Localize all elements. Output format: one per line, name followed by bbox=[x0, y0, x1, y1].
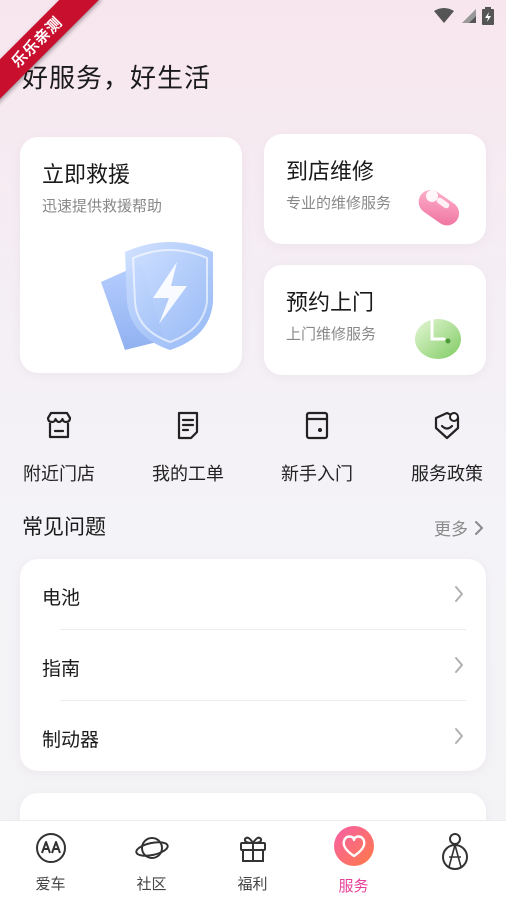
chevron-right-icon bbox=[475, 520, 483, 535]
quick-action-beginner-guide[interactable]: 新手入门 bbox=[262, 408, 372, 486]
planet-icon bbox=[134, 837, 169, 859]
store-repair-card[interactable]: 到店维修 专业的维修服务 bbox=[264, 134, 486, 244]
bottom-tab-bar: 爱车 社区 福利 服务 bbox=[0, 820, 506, 901]
tab-benefits[interactable]: 福利 bbox=[202, 821, 303, 901]
tab-community[interactable]: 社区 bbox=[101, 821, 202, 901]
quick-actions-row: 附近门店 我的工单 新手入门 服务政策 bbox=[0, 408, 506, 488]
quick-action-label: 附近门店 bbox=[23, 464, 95, 485]
guide-icon bbox=[305, 411, 329, 440]
tab-service[interactable]: 服务 bbox=[303, 821, 404, 901]
quick-action-nearby-stores[interactable]: 附近门店 bbox=[4, 408, 114, 486]
faq-item-battery[interactable]: 电池 bbox=[20, 559, 486, 629]
rescue-card-title: 立即救援 bbox=[42, 163, 131, 188]
quick-action-my-orders[interactable]: 我的工单 bbox=[133, 408, 243, 486]
policy-icon bbox=[434, 411, 460, 440]
clock-icon bbox=[415, 317, 461, 359]
faq-item-guide[interactable]: 指南 bbox=[20, 630, 486, 700]
quick-action-label: 服务政策 bbox=[411, 464, 483, 485]
quick-action-service-policy[interactable]: 服务政策 bbox=[392, 408, 502, 486]
faq-item-brakes[interactable]: 制动器 bbox=[20, 701, 486, 771]
faq-item-label: 制动器 bbox=[42, 729, 100, 751]
store-repair-title: 到店维修 bbox=[286, 160, 375, 185]
car-logo-icon bbox=[35, 833, 66, 863]
page-title: 好服务，好生活 bbox=[22, 64, 212, 94]
status-icons bbox=[434, 7, 494, 25]
document-icon bbox=[177, 411, 199, 440]
faq-list-card: 电池 指南 制动器 bbox=[20, 559, 486, 771]
wrench-icon bbox=[418, 189, 460, 226]
faq-section-title: 常见问题 bbox=[22, 515, 106, 539]
faq-item-label: 电池 bbox=[42, 587, 81, 609]
profile-icon bbox=[441, 833, 468, 870]
quick-action-label: 新手入门 bbox=[281, 464, 353, 485]
tab-my-car[interactable]: 爱车 bbox=[0, 821, 101, 901]
tab-profile[interactable] bbox=[404, 821, 505, 901]
chevron-right-icon bbox=[455, 586, 463, 602]
quick-action-label: 我的工单 bbox=[152, 464, 224, 485]
gift-icon bbox=[239, 836, 266, 862]
faq-more-link[interactable]: 更多 bbox=[434, 515, 484, 540]
tab-label: 福利 bbox=[237, 875, 268, 893]
store-icon bbox=[46, 411, 72, 439]
home-visit-title: 预约上门 bbox=[286, 291, 375, 316]
faq-item-label: 指南 bbox=[42, 658, 81, 680]
store-repair-subtitle: 专业的维修服务 bbox=[286, 194, 392, 212]
shield-lightning-icon bbox=[101, 242, 213, 350]
faq-more-label: 更多 bbox=[434, 520, 468, 540]
tab-label: 社区 bbox=[136, 875, 167, 893]
rescue-card-subtitle: 迅速提供救援帮助 bbox=[42, 197, 163, 215]
chevron-right-icon bbox=[455, 657, 463, 673]
home-visit-subtitle: 上门维修服务 bbox=[286, 325, 377, 343]
heart-icon bbox=[333, 826, 374, 866]
home-visit-card[interactable]: 预约上门 上门维修服务 bbox=[264, 265, 486, 375]
wifi-icon bbox=[434, 8, 454, 23]
tab-label: 爱车 bbox=[35, 875, 66, 893]
battery-icon bbox=[482, 7, 494, 25]
chevron-right-icon bbox=[455, 728, 463, 744]
signal-icon bbox=[462, 9, 476, 23]
tab-label: 服务 bbox=[338, 877, 369, 895]
rescue-card[interactable]: 立即救援 迅速提供救援帮助 bbox=[20, 137, 242, 373]
